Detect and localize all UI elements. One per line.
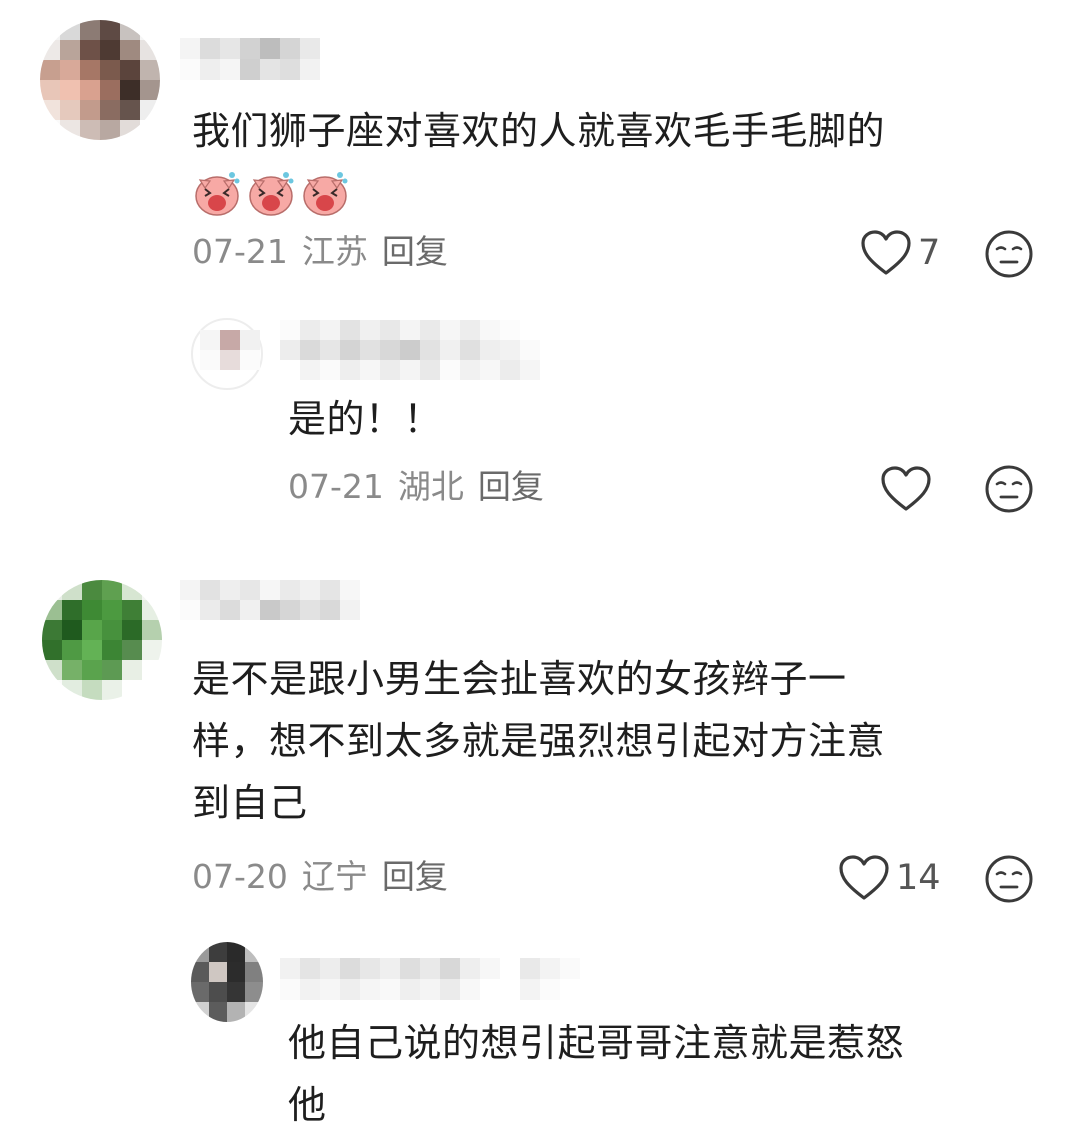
reply-text-line: 他 [288, 1083, 327, 1127]
like-count: 14 [896, 858, 941, 898]
laughing-pig-emoji [195, 172, 240, 216]
reply-button[interactable]: 回复 [382, 857, 448, 896]
like-count: 7 [918, 233, 941, 273]
comment-date: 07-20 [192, 857, 288, 896]
heart-outline-icon [861, 230, 911, 275]
username[interactable] [180, 580, 360, 620]
reply-text: 是的！！ [288, 388, 442, 450]
reply-meta: 07-21 湖北 回复 [288, 467, 544, 507]
comment-text: 是不是跟小男生会扯喜欢的女孩辫子一 样，想不到太多就是强烈想引起对方注意 到自己 [192, 648, 885, 834]
like-button[interactable]: 7 [860, 228, 940, 278]
meh-face-icon[interactable] [984, 464, 1034, 514]
laughing-pig-emoji [303, 172, 348, 216]
avatar-image [200, 330, 260, 370]
reply-text-line: 是的！！ [288, 397, 443, 441]
like-button[interactable] [880, 464, 932, 514]
comment-text-line: 是不是跟小男生会扯喜欢的女孩辫子一 [192, 657, 847, 701]
username[interactable] [280, 320, 540, 380]
avatar[interactable] [42, 580, 162, 700]
reply-location: 湖北 [397, 467, 464, 506]
comment-text-line: 到自己 [192, 781, 308, 825]
username[interactable] [180, 38, 320, 80]
comment-date: 07-21 [192, 232, 288, 271]
reply-text-line: 他自己说的想引起哥哥注意就是惹怒 [288, 1021, 905, 1065]
like-button[interactable]: 14 [838, 853, 941, 903]
comment-text-line: 样，想不到太多就是强烈想引起对方注意 [192, 719, 886, 763]
comment-text-line: 我们狮子座对喜欢的人就喜欢毛手毛脚的 [192, 109, 886, 153]
meh-face-icon[interactable] [984, 229, 1034, 279]
comment-meta: 07-21 江苏 回复 [192, 232, 448, 272]
reply-date: 07-21 [288, 467, 384, 506]
laughing-pig-emoji [249, 172, 294, 216]
comment-meta: 07-20 辽宁 回复 [192, 857, 448, 897]
heart-outline-icon [881, 466, 931, 511]
reply-button[interactable]: 回复 [382, 232, 448, 271]
reply-button[interactable]: 回复 [478, 467, 544, 506]
username[interactable] [280, 958, 580, 1000]
avatar[interactable] [191, 942, 263, 1022]
comment-location: 辽宁 [301, 857, 368, 896]
comment-text: 我们狮子座对喜欢的人就喜欢毛手毛脚的 [192, 100, 885, 162]
meh-face-icon[interactable] [984, 854, 1034, 904]
comment-location: 江苏 [301, 232, 368, 271]
heart-outline-icon [839, 855, 889, 900]
avatar[interactable] [40, 20, 160, 140]
reply-text: 他自己说的想引起哥哥注意就是惹怒 他 [288, 1012, 904, 1136]
